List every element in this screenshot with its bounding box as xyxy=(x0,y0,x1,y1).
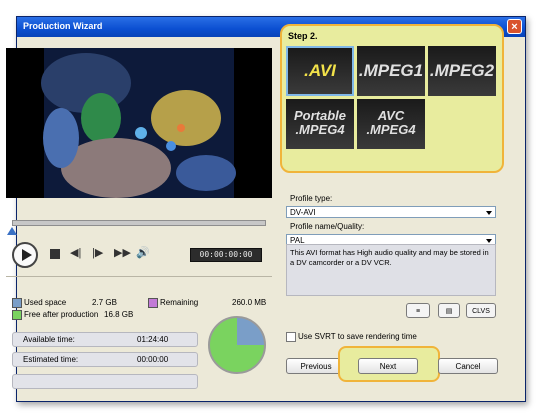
format-mpeg2-label: .MPEG2 xyxy=(429,61,495,80)
profile-description: This AVI format has High audio quality a… xyxy=(286,244,496,296)
estimated-time-field: Estimated time: 00:00:00 xyxy=(12,352,198,367)
profile-type-label: Profile type: xyxy=(290,194,333,203)
profile-settings-button[interactable]: ≡ xyxy=(406,303,430,318)
previous-frame-button[interactable]: ◀| xyxy=(70,246,81,259)
play-button[interactable] xyxy=(12,242,38,268)
cancel-button[interactable]: Cancel xyxy=(438,358,498,374)
clvs-button[interactable]: CLVS xyxy=(466,303,496,318)
video-preview xyxy=(6,48,272,198)
chevron-down-icon xyxy=(486,211,492,215)
profile-quality-label: Profile name/Quality: xyxy=(290,222,365,231)
free-space-value: 16.8 GB xyxy=(104,310,134,319)
svrt-checkbox[interactable] xyxy=(286,332,296,342)
format-avc-line2: .MPEG4 xyxy=(366,122,416,137)
format-mpeg2-button[interactable]: .MPEG2 xyxy=(428,46,496,96)
step-2-panel: Step 2. .AVI .MPEG1 .MPEG2 Portable .MPE… xyxy=(280,24,504,173)
format-mpeg1-button[interactable]: .MPEG1 xyxy=(357,46,425,96)
disk-usage-pie xyxy=(208,316,266,374)
format-avi-button[interactable]: .AVI xyxy=(286,46,354,96)
format-avc-mpeg4-button[interactable]: AVC .MPEG4 xyxy=(357,99,425,149)
render-progress-bar xyxy=(12,374,198,389)
format-portable-line2: .MPEG4 xyxy=(295,122,345,137)
free-space-label: Free after production xyxy=(24,310,99,319)
remaining-swatch xyxy=(148,298,158,308)
used-space-value: 2.7 GB xyxy=(92,298,117,307)
next-button[interactable]: Next xyxy=(358,358,418,374)
format-portable-line1: Portable xyxy=(293,108,346,123)
profile-type-select[interactable]: DV-AVI xyxy=(286,206,496,218)
stop-button[interactable] xyxy=(50,249,60,259)
format-portable-mpeg4-button[interactable]: Portable .MPEG4 xyxy=(286,99,354,149)
format-avi-label: .AVI xyxy=(304,61,336,80)
profile-list-button[interactable]: ▤ xyxy=(438,303,460,318)
estimated-time-label: Estimated time: xyxy=(23,355,79,364)
timeline-slider[interactable] xyxy=(12,220,266,226)
close-button[interactable]: × xyxy=(507,19,522,34)
step-label: Step 2. xyxy=(288,31,318,41)
profile-type-value: DV-AVI xyxy=(290,208,316,217)
window-title: Production Wizard xyxy=(23,21,103,31)
volume-button[interactable]: 🔊 xyxy=(136,246,150,259)
timecode-display: 00:00:00:00 xyxy=(190,248,262,262)
available-time-label: Available time: xyxy=(23,335,75,344)
previous-button[interactable]: Previous xyxy=(286,358,346,374)
timeline-thumb[interactable] xyxy=(7,227,17,235)
available-time-field: Available time: 01:24:40 xyxy=(12,332,198,347)
format-avc-line1: AVC xyxy=(377,108,405,123)
free-space-swatch xyxy=(12,310,22,320)
fast-forward-button[interactable]: ▶▶ xyxy=(114,246,131,259)
chevron-down-icon xyxy=(486,239,492,243)
estimated-time-value: 00:00:00 xyxy=(137,355,169,364)
used-space-label: Used space xyxy=(24,298,67,307)
used-space-swatch xyxy=(12,298,22,308)
aquarium-frame-image xyxy=(6,48,272,198)
remaining-label: Remaining xyxy=(160,298,199,307)
play-icon xyxy=(22,249,32,261)
available-time-value: 01:24:40 xyxy=(137,335,169,344)
format-mpeg1-label: .MPEG1 xyxy=(358,61,424,80)
next-frame-button[interactable]: |▶ xyxy=(92,246,103,259)
divider xyxy=(6,276,272,277)
svrt-label: Use SVRT to save rendering time xyxy=(298,332,417,341)
remaining-value: 260.0 MB xyxy=(232,298,267,307)
